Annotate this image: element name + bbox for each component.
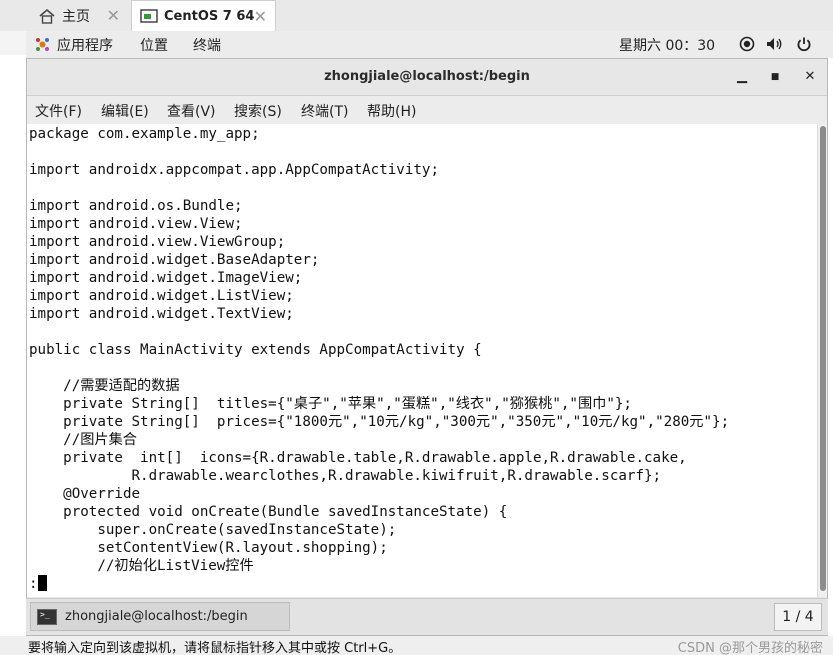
code-line: //图片集合 (29, 432, 137, 448)
code-line: import androidx.appcompat.app.AppCompatA… (29, 162, 439, 178)
menu-edit[interactable]: 编辑(E) (101, 101, 149, 121)
taskbar-item-label: zhongjiale@localhost:/begin (65, 609, 248, 624)
code-line: //初始化ListView控件 (29, 558, 254, 574)
status-bar: 要将输入定向到该虚拟机，请将鼠标指针移入其中或按 Ctrl+G。 CSDN @那… (0, 636, 833, 655)
code-line: import android.widget.ImageView; (29, 270, 303, 286)
minimize-button[interactable]: ▁ (733, 68, 751, 86)
code-line: @Override (29, 486, 141, 502)
window-title: zhongjiale@localhost:/begin (324, 69, 530, 84)
home-icon (39, 8, 55, 24)
power-icon[interactable] (796, 36, 812, 52)
terminal-output[interactable]: package com.example.my_app; import andro… (27, 124, 817, 597)
scrollbar[interactable] (817, 124, 827, 597)
volume-icon[interactable] (766, 36, 784, 52)
code-line: private String[] titles={"桌子","苹果","蛋糕",… (29, 396, 632, 412)
network-icon[interactable] (739, 36, 755, 52)
prompt-line[interactable]: : (29, 575, 47, 593)
menu-help[interactable]: 帮助(H) (367, 101, 416, 121)
code-line: super.onCreate(savedInstanceState); (29, 522, 397, 538)
code-line: import android.widget.TextView; (29, 306, 294, 322)
code-line: private int[] icons={R.drawable.table,R.… (29, 450, 687, 466)
terminal-window: zhongjiale@localhost:/begin ▁ ■ ✕ 文件(F) … (26, 58, 828, 636)
pager-prompt: : (29, 576, 38, 592)
code-line: package com.example.my_app; (29, 126, 260, 142)
scroll-thumb[interactable] (820, 126, 826, 591)
code-line: import android.view.ViewGroup; (29, 234, 286, 250)
menu-view[interactable]: 查看(V) (167, 101, 216, 121)
close-icon[interactable]: ✕ (254, 7, 267, 26)
watermark: CSDN @那个男孩的秘密 (677, 641, 823, 655)
code-line: protected void onCreate(Bundle savedInst… (29, 504, 508, 520)
taskbar: zhongjiale@localhost:/begin 1 / 4 (26, 598, 828, 635)
maximize-button[interactable]: ■ (766, 68, 784, 86)
code-line: import android.widget.ListView; (29, 288, 294, 304)
host-background (0, 31, 26, 55)
workspace-pager[interactable]: 1 / 4 (774, 603, 822, 631)
places-menu[interactable]: 位置 (140, 35, 168, 55)
code-line: public class MainActivity extends AppCom… (29, 342, 482, 358)
code-line: import android.widget.BaseAdapter; (29, 252, 320, 268)
close-button[interactable]: ✕ (801, 68, 819, 86)
tab-home-label: 主页 (62, 8, 90, 25)
tab-home[interactable]: 主页 ✕ (30, 0, 128, 31)
code-line: setContentView(R.layout.shopping); (29, 540, 388, 556)
applications-icon (36, 38, 49, 51)
code-line: import android.os.Bundle; (29, 198, 243, 214)
terminal-menu[interactable]: 终端 (193, 35, 221, 55)
clock[interactable]: 星期六 00：30 (619, 35, 715, 55)
menu-terminal[interactable]: 终端(T) (301, 101, 348, 121)
status-message: 要将输入定向到该虚拟机，请将鼠标指针移入其中或按 Ctrl+G。 (28, 641, 402, 655)
code-line: import android.view.View; (29, 216, 243, 232)
tab-centos-label: CentOS 7 64 (164, 8, 255, 24)
gnome-top-bar: 应用程序 位置 终端 星期六 00：30 (26, 31, 833, 58)
code-line: //需要适配的数据 (29, 378, 180, 394)
terminal-icon (37, 608, 57, 625)
vm-tab-strip: 主页 ✕ CentOS 7 64 ✕ (0, 0, 833, 31)
menu-search[interactable]: 搜索(S) (234, 101, 282, 121)
close-icon[interactable]: ✕ (107, 6, 120, 25)
text-cursor (37, 575, 47, 591)
code-line: private String[] prices={"1800元","10元/kg… (29, 414, 730, 430)
vm-icon (140, 9, 158, 23)
menu-file[interactable]: 文件(F) (35, 101, 82, 121)
title-bar[interactable]: zhongjiale@localhost:/begin ▁ ■ ✕ (27, 59, 827, 96)
menu-bar: 文件(F) 编辑(E) 查看(V) 搜索(S) 终端(T) 帮助(H) (27, 96, 827, 124)
tab-centos[interactable]: CentOS 7 64 ✕ (131, 0, 276, 31)
applications-menu[interactable]: 应用程序 (57, 35, 113, 55)
code-line: R.drawable.wearclothes,R.drawable.kiwifr… (29, 468, 662, 484)
taskbar-item-terminal[interactable]: zhongjiale@localhost:/begin (30, 602, 290, 631)
